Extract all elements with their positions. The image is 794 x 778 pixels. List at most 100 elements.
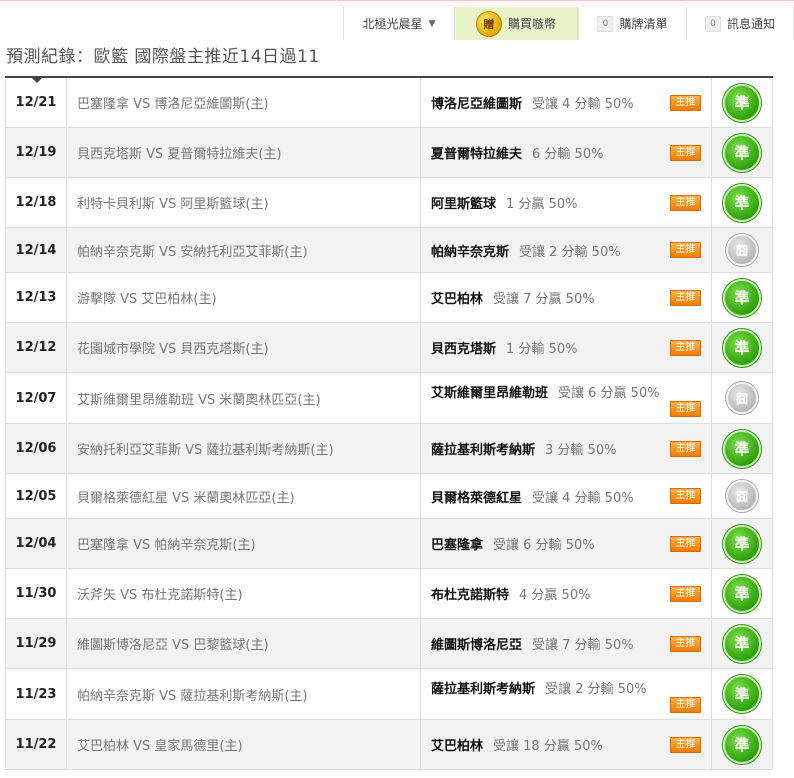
row-result-cell: 準 [712,619,773,668]
main-pick-badge: 主推 [670,535,701,552]
buy-coins-button[interactable]: 贈 購買嗾幣 [454,7,578,40]
pick-team: 貝爾格萊德紅星 [431,490,523,506]
row-pick: 布杜克諾斯特 4 分贏 50% 主推 [421,569,712,618]
pick-team: 艾斯維爾里昂維勒班 [431,385,549,401]
row-pick: 艾巴柏林 受讓 18 分贏 50% 主推 [421,720,712,769]
pick-team: 夏普爾特拉維夫 [431,147,523,162]
row-matchup: 貝爾格萊德紅星 VS 米蘭奧林匹亞(主) [67,474,421,518]
prediction-records-table: 12/21 巴塞隆拿 VS 博洛尼亞維圖斯(主) 博洛尼亞維圖斯 受讓 4 分輸 50… [5,76,773,770]
row-result-cell: 囧 [712,373,773,423]
table-row[interactable]: 11/29 維圖斯博洛尼亞 VS 巴黎籃球(主) 維圖斯博洛尼亞 受讓 7 分輸 50… [5,619,773,669]
result-correct-icon: 準 [723,624,761,663]
pick-odds: 受讓 4 分輸 50% [532,490,634,506]
brand-label: 北極光晨星 [362,17,423,31]
row-date: 11/29 [5,619,67,668]
row-result-cell: 準 [712,720,773,769]
table-row[interactable]: 12/14 帕納辛奈克斯 VS 安納托利亞艾菲斯(主) 帕納辛奈克斯 受讓 2 分輸 … [5,228,773,273]
buy-coins-label: 購買嗾幣 [507,17,556,31]
main-pick-badge: 主推 [670,585,701,602]
table-row[interactable]: 12/19 貝西克塔斯 VS 夏普爾特拉維夫(主) 夏普爾特拉維夫 6 分輸 50% 主… [5,128,773,178]
brand-dropdown[interactable]: 北極光晨星 ▼ [343,7,454,40]
result-correct-icon: 準 [723,328,761,367]
table-row[interactable]: 12/12 花園城市學院 VS 貝西克塔斯(主) 貝西克塔斯 1 分輸 50% 主推 準 [5,323,773,373]
table-row[interactable]: 11/23 帕納辛奈克斯 VS 薩拉基利斯考納斯(主) 薩拉基利斯考納斯 受讓 2 分… [5,669,773,720]
main-pick-badge: 主推 [670,339,701,356]
pick-odds: 受讓 18 分贏 50% [493,739,603,754]
result-miss-icon: 囧 [726,382,758,414]
main-pick-badge: 主推 [670,144,701,161]
row-date: 11/22 [5,720,67,769]
notifications-button[interactable]: 0 訊息通知 [686,7,794,40]
purchase-list-count: 0 [597,15,614,32]
row-result-cell: 準 [712,128,773,177]
row-result-cell: 準 [712,323,773,372]
result-correct-icon: 準 [723,278,761,317]
table-row[interactable]: 12/05 貝爾格萊德紅星 VS 米蘭奧林匹亞(主) 貝爾格萊德紅星 受讓 4 分輸 … [5,474,773,519]
row-result-cell: 準 [712,273,773,322]
main-pick-badge: 主推 [670,194,701,211]
table-row[interactable]: 12/04 巴塞隆拿 VS 帕納辛奈克斯(主) 巴塞隆拿 受讓 6 分輸 50% 主推 準 [5,519,773,569]
row-matchup: 巴塞隆拿 VS 博洛尼亞維圖斯(主) [67,78,421,127]
row-date: 12/12 [5,323,67,372]
row-matchup: 艾斯維爾里昂維勒班 VS 米蘭奧林匹亞(主) [67,373,421,423]
row-result-cell: 準 [712,178,773,227]
row-date: 12/14 [5,228,67,272]
pick-odds: 受讓 4 分輸 50% [532,97,634,112]
pick-odds: 3 分輸 50% [545,443,617,458]
table-row[interactable]: 12/13 游擊隊 VS 艾巴柏林(主) 艾巴柏林 受讓 7 分贏 50% 主推 準 [5,273,773,323]
result-correct-icon: 準 [723,429,761,468]
row-pick: 巴塞隆拿 受讓 6 分輸 50% 主推 [421,519,712,568]
pick-team: 帕納辛奈克斯 [431,244,510,260]
result-correct-icon: 準 [723,183,761,222]
result-correct-icon: 準 [723,524,761,563]
pick-odds: 6 分輸 50% [532,147,604,162]
page-title: 預測紀錄：歐籃 國際盤主推近14日過11 [6,47,320,67]
row-pick: 艾巴柏林 受讓 7 分贏 50% 主推 [421,273,712,322]
row-matchup: 花園城市學院 VS 貝西克塔斯(主) [67,323,421,372]
pick-odds: 受讓 2 分輸 50% [545,681,647,697]
row-result-cell: 囧 [712,474,773,518]
result-correct-icon: 準 [723,83,761,122]
row-pick: 阿里斯籃球 1 分贏 50% 主推 [421,178,712,227]
table-row[interactable]: 12/21 巴塞隆拿 VS 博洛尼亞維圖斯(主) 博洛尼亞維圖斯 受讓 4 分輸 50… [5,78,773,128]
main-pick-badge: 主推 [670,401,701,417]
row-matchup: 艾巴柏林 VS 皇家馬德里(主) [67,720,421,769]
row-date: 12/18 [5,178,67,227]
row-matchup: 利特卡貝利斯 VS 阿里斯籃球(主) [67,178,421,227]
row-pick: 薩拉基利斯考納斯 3 分輸 50% 主推 [421,424,712,473]
main-pick-badge: 主推 [670,635,701,652]
pick-odds: 受讓 6 分贏 50% [558,385,660,401]
table-row[interactable]: 12/07 艾斯維爾里昂維勒班 VS 米蘭奧林匹亞(主) 艾斯維爾里昂維勒班 受讓 6… [5,373,773,424]
table-row[interactable]: 12/18 利特卡貝利斯 VS 阿里斯籃球(主) 阿里斯籃球 1 分贏 50% 主推 準 [5,178,773,228]
pick-odds: 受讓 7 分贏 50% [493,292,595,307]
row-result-cell: 準 [712,424,773,473]
result-miss-icon: 囧 [726,234,758,266]
row-result-cell: 準 [712,78,773,127]
row-result-cell: 準 [712,569,773,618]
top-nav-bar: 北極光晨星 ▼ 贈 購買嗾幣 0 購牌清單 0 訊息通知 [0,7,794,40]
result-correct-icon: 準 [723,133,761,172]
row-matchup: 沃斧矢 VS 布杜克諾斯特(主) [67,569,421,618]
row-matchup: 游擊隊 VS 艾巴柏林(主) [67,273,421,322]
purchase-list-button[interactable]: 0 購牌清單 [578,7,686,40]
row-date: 11/30 [5,569,67,618]
table-row[interactable]: 11/22 艾巴柏林 VS 皇家馬德里(主) 艾巴柏林 受讓 18 分贏 50% 主推 準 [5,720,773,770]
main-pick-badge: 主推 [670,289,701,306]
pick-team: 維圖斯博洛尼亞 [431,638,523,653]
table-row[interactable]: 11/30 沃斧矢 VS 布杜克諾斯特(主) 布杜克諾斯特 4 分贏 50% 主推 準 [5,569,773,619]
row-matchup: 貝西克塔斯 VS 夏普爾特拉維夫(主) [67,128,421,177]
purchase-list-label: 購牌清單 [619,17,668,31]
pick-team: 巴塞隆拿 [431,538,484,553]
row-matchup: 維圖斯博洛尼亞 VS 巴黎籃球(主) [67,619,421,668]
notifications-label: 訊息通知 [726,17,775,31]
caret-down-icon: ▼ [428,18,436,29]
result-correct-icon: 準 [723,675,761,713]
row-date: 12/04 [5,519,67,568]
row-pick: 博洛尼亞維圖斯 受讓 4 分輸 50% 主推 [421,78,712,127]
main-pick-badge: 主推 [670,242,701,258]
main-pick-badge: 主推 [670,440,701,457]
sort-marker-icon [31,77,43,83]
main-pick-badge: 主推 [670,94,701,111]
pick-team: 薩拉基利斯考納斯 [431,681,536,697]
table-row[interactable]: 12/06 安納托利亞艾菲斯 VS 薩拉基利斯考納斯(主) 薩拉基利斯考納斯 3 分輸… [5,424,773,474]
